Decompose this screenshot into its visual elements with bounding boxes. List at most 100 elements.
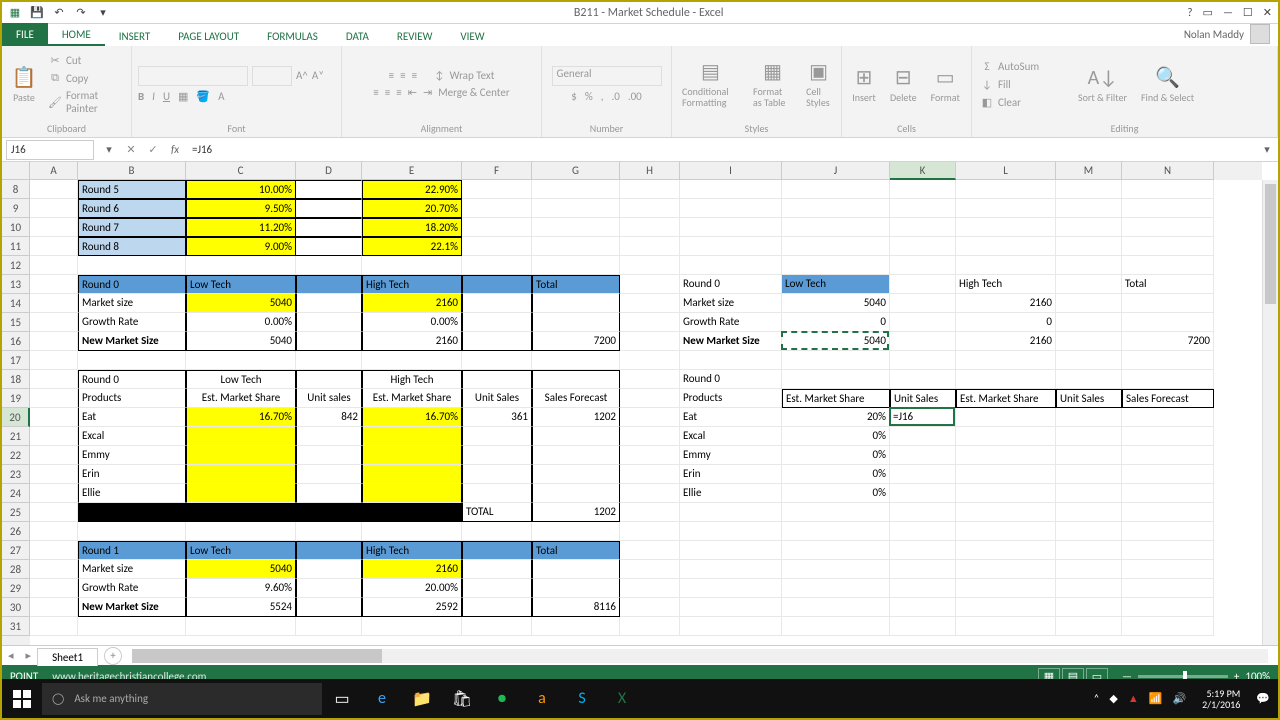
notifications-icon[interactable]: 💬 <box>1256 692 1270 705</box>
tab-review[interactable]: REVIEW <box>383 26 447 46</box>
group-label-number: Number <box>548 120 665 135</box>
close-icon[interactable]: ✕ <box>1263 6 1272 19</box>
tab-insert[interactable]: INSERT <box>105 26 165 46</box>
task-view-icon[interactable]: ▭ <box>322 679 362 718</box>
delete-cells-button[interactable]: ⊟Delete <box>886 64 921 105</box>
tab-page-layout[interactable]: PAGE LAYOUT <box>164 26 253 46</box>
paste-icon: 📋 <box>12 66 36 90</box>
bold-button[interactable]: B <box>138 90 144 103</box>
edge-icon[interactable]: e <box>362 679 402 718</box>
insert-cells-button[interactable]: ⊞Insert <box>848 64 880 105</box>
excel-taskbar-icon[interactable]: X <box>602 679 642 718</box>
group-label-clipboard: Clipboard <box>8 120 125 135</box>
cortana-icon: ◯ <box>52 692 64 705</box>
format-icon: ▭ <box>933 66 957 90</box>
column-headers[interactable]: ABCDEFGHIJKLMN <box>30 162 1262 180</box>
group-label-styles: Styles <box>678 120 835 135</box>
tab-data[interactable]: DATA <box>332 26 383 46</box>
tray-app-icon[interactable]: ◆ <box>1109 692 1117 705</box>
vertical-scrollbar[interactable] <box>1262 180 1278 645</box>
ribbon: 📋 Paste ✂Cut ⧉Copy 🖌Format Painter Clipb… <box>2 46 1278 138</box>
tray-wifi-icon[interactable]: 📶 <box>1149 692 1163 705</box>
sheet-tab-1[interactable]: Sheet1 <box>37 648 98 666</box>
sheet-nav-prev-icon[interactable]: ◂ <box>2 649 20 662</box>
minimize-icon[interactable]: — <box>1223 6 1233 19</box>
cut-icon: ✂ <box>48 53 62 67</box>
namebox-dropdown-icon[interactable]: ▾ <box>98 143 120 156</box>
active-cell-editor[interactable]: =J16 <box>889 407 955 426</box>
fx-icon[interactable]: fx <box>164 143 186 156</box>
number-format-select[interactable]: General <box>552 66 662 86</box>
find-select-button[interactable]: 🔍Find & Select <box>1137 64 1198 105</box>
insert-icon: ⊞ <box>852 66 876 90</box>
help-icon[interactable]: ? <box>1187 6 1192 19</box>
maximize-icon[interactable]: ☐ <box>1243 6 1253 19</box>
group-label-editing: Editing <box>978 120 1271 135</box>
clear-button[interactable]: ◧Clear <box>978 94 1068 110</box>
user-menu[interactable]: Nolan Maddy <box>1176 22 1278 46</box>
tab-view[interactable]: VIEW <box>446 26 498 46</box>
tab-home[interactable]: HOME <box>48 24 105 46</box>
group-label-alignment: Alignment <box>348 120 535 135</box>
redo-icon[interactable]: ↷ <box>72 4 90 22</box>
expand-formula-icon[interactable]: ▾ <box>1256 143 1278 156</box>
paste-button[interactable]: 📋 Paste <box>8 64 40 105</box>
format-cells-button[interactable]: ▭Format <box>927 64 964 105</box>
cut-button[interactable]: ✂Cut <box>46 52 125 68</box>
fill-button[interactable]: ↓Fill <box>978 76 1068 92</box>
cells-area[interactable]: =J16 Round 510.00%22.90%Round 69.50%20.7… <box>30 180 1262 645</box>
cell-styles-icon: ▣ <box>807 60 831 84</box>
save-icon[interactable]: 💾 <box>28 4 46 22</box>
italic-button[interactable]: I <box>152 90 155 103</box>
wrap-text-button[interactable]: Wrap Text <box>450 69 495 82</box>
taskbar-clock[interactable]: 5:19 PM 2/1/2016 <box>1196 688 1246 710</box>
formula-bar: J16 ▾ ✕ ✓ fx =J16 ▾ <box>2 138 1278 162</box>
spreadsheet-grid[interactable]: ABCDEFGHIJKLMN 8910111213141516171819202… <box>2 162 1278 645</box>
tray-chevron-icon[interactable]: ˄ <box>1093 692 1099 705</box>
start-button[interactable] <box>2 679 42 718</box>
cortana-search[interactable]: ◯ Ask me anything <box>42 683 322 715</box>
underline-button[interactable]: U <box>163 90 170 103</box>
cf-icon: ▤ <box>699 60 723 84</box>
format-as-table-button[interactable]: ▦Format as Table <box>749 58 796 110</box>
amazon-icon[interactable]: a <box>522 679 562 718</box>
sheet-nav-next-icon[interactable]: ▸ <box>20 649 38 662</box>
format-painter-button[interactable]: 🖌Format Painter <box>46 88 125 116</box>
skype-icon[interactable]: S <box>562 679 602 718</box>
merge-center-button[interactable]: Merge & Center <box>438 86 510 99</box>
tab-file[interactable]: FILE <box>2 23 48 46</box>
undo-icon[interactable]: ↶ <box>50 4 68 22</box>
name-box[interactable]: J16 <box>6 140 94 160</box>
group-label-font: Font <box>138 120 335 135</box>
cell-styles-button[interactable]: ▣Cell Styles <box>802 58 835 110</box>
formula-input[interactable]: =J16 <box>186 143 1256 156</box>
ribbon-options-icon[interactable]: ▭ <box>1203 6 1213 19</box>
autosum-button[interactable]: ΣAutoSum <box>978 58 1068 74</box>
file-explorer-icon[interactable]: 📁 <box>402 679 442 718</box>
fill-color-icon[interactable]: 🪣 <box>196 90 210 103</box>
cancel-icon[interactable]: ✕ <box>120 143 142 156</box>
add-sheet-button[interactable]: + <box>104 647 122 665</box>
find-icon: 🔍 <box>1156 66 1180 90</box>
select-all-corner[interactable] <box>2 162 30 180</box>
system-tray[interactable]: ˄ ◆ ▲ 📶 🔊 5:19 PM 2/1/2016 💬 <box>1085 688 1278 710</box>
copy-button[interactable]: ⧉Copy <box>46 70 125 86</box>
zoom-slider[interactable] <box>1138 675 1228 678</box>
spotify-icon[interactable]: ● <box>482 679 522 718</box>
row-headers[interactable]: 8910111213141516171819202122232425262728… <box>2 180 30 645</box>
conditional-formatting-button[interactable]: ▤Conditional Formatting <box>678 58 743 110</box>
sigma-icon: Σ <box>980 59 994 73</box>
eraser-icon: ◧ <box>980 95 994 109</box>
enter-icon[interactable]: ✓ <box>142 143 164 156</box>
tray-pdf-icon[interactable]: ▲ <box>1128 692 1139 705</box>
tray-volume-icon[interactable]: 🔊 <box>1172 692 1186 705</box>
qat-more-icon[interactable]: ▾ <box>94 4 112 22</box>
horizontal-scrollbar[interactable] <box>132 649 1268 663</box>
windows-taskbar: ◯ Ask me anything ▭ e 📁 🛍 ● a S X ˄ ◆ ▲ … <box>2 679 1278 718</box>
font-color-icon[interactable]: A <box>218 90 224 103</box>
sort-filter-button[interactable]: A↓Sort & Filter <box>1074 64 1131 105</box>
store-icon[interactable]: 🛍 <box>442 679 482 718</box>
tab-formulas[interactable]: FORMULAS <box>253 26 332 46</box>
border-icon[interactable]: ▦ <box>178 90 188 103</box>
group-label-cells: Cells <box>848 120 965 135</box>
